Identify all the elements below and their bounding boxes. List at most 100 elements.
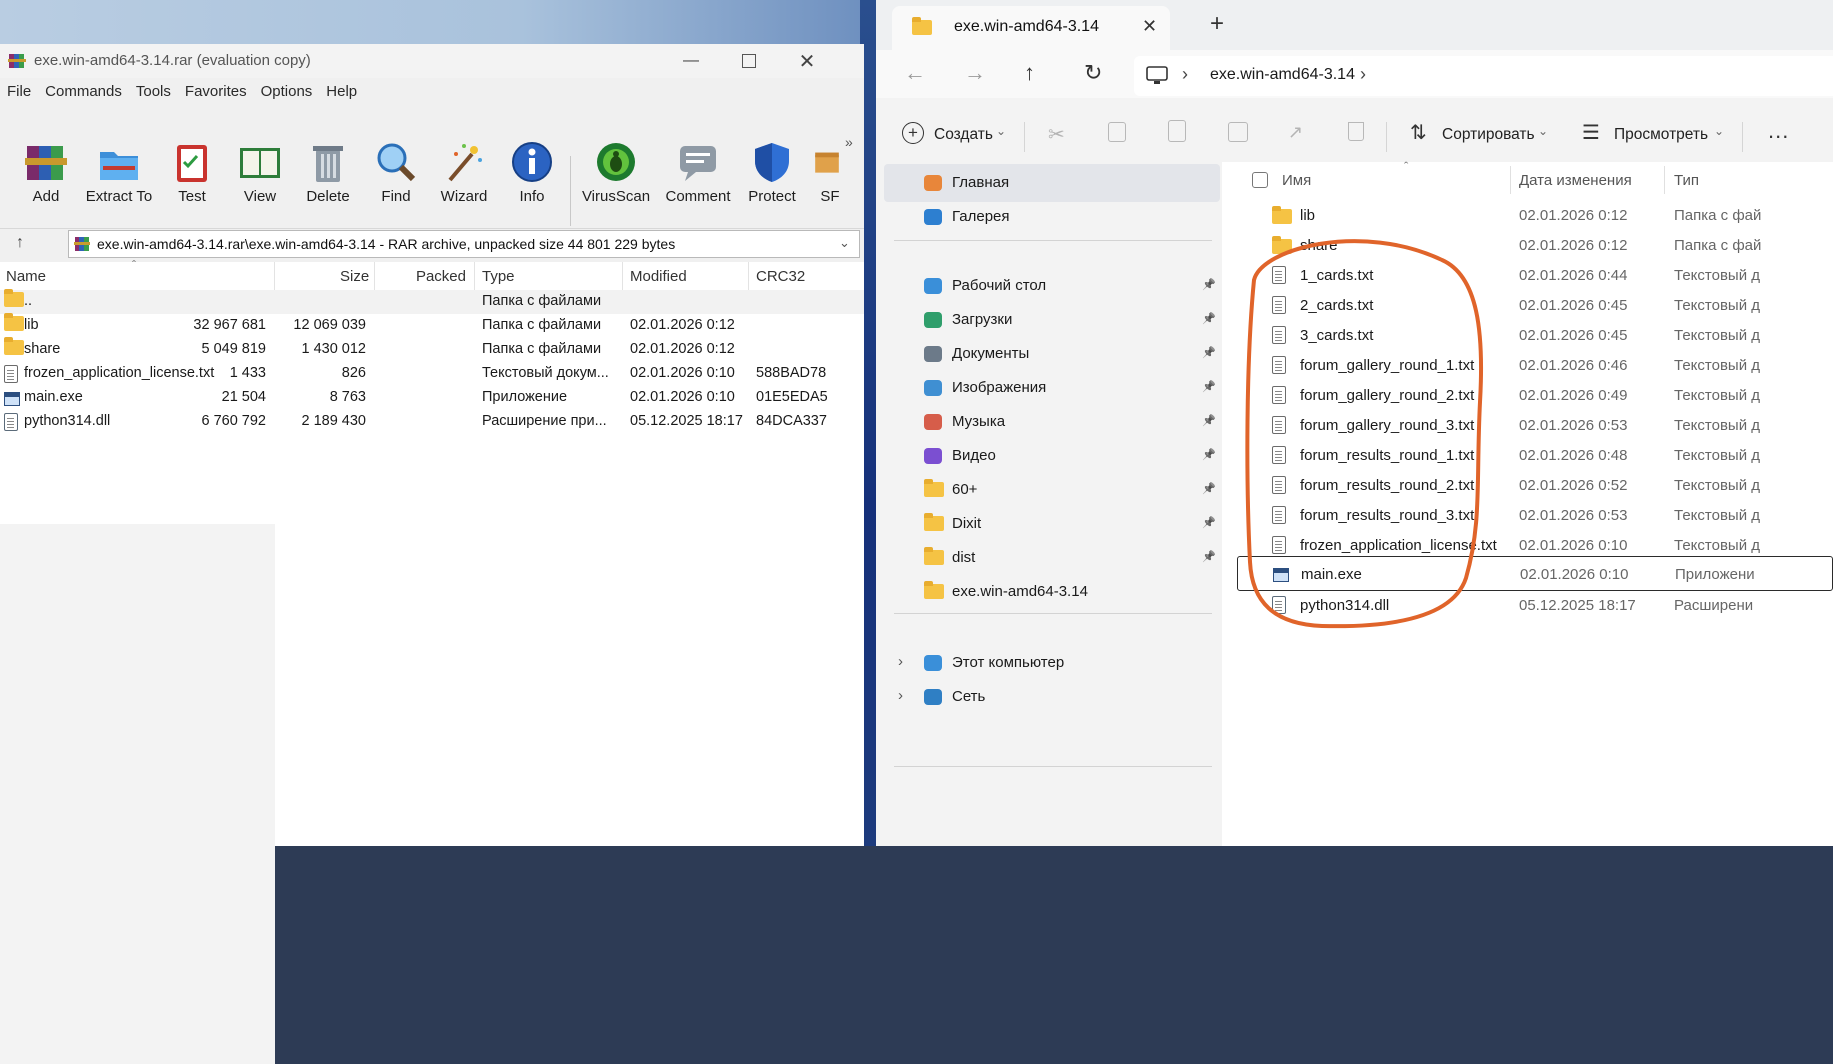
sidebar-item[interactable]: › Этот компьютер: [876, 644, 1222, 682]
pin-icon[interactable]: 📌: [1202, 414, 1216, 430]
pin-icon[interactable]: 📌: [1202, 312, 1216, 328]
view-list-icon[interactable]: ☰: [1582, 120, 1600, 145]
close-tab-icon[interactable]: ✕: [1142, 16, 1157, 37]
sidebar-item[interactable]: Документы 📌: [876, 335, 1222, 373]
forward-arrow-icon[interactable]: →: [964, 60, 986, 86]
refresh-icon[interactable]: ↻: [1084, 60, 1102, 86]
info-button[interactable]: Info: [498, 96, 566, 220]
sidebar-item[interactable]: Загрузки 📌: [876, 301, 1222, 339]
up-arrow-icon[interactable]: ↑: [16, 234, 24, 252]
column-divider[interactable]: [374, 262, 375, 290]
column-name[interactable]: Name: [6, 268, 46, 285]
column-packed[interactable]: Packed: [414, 268, 466, 285]
cut-icon[interactable]: ✂: [1048, 122, 1065, 147]
chevron-down-icon[interactable]: ⌄: [1714, 124, 1724, 138]
text-file-icon: [1272, 536, 1286, 554]
comment-button[interactable]: Comment: [664, 96, 732, 220]
pin-icon[interactable]: 📌: [1202, 516, 1216, 532]
column-modified[interactable]: Modified: [630, 268, 687, 285]
sfx-button[interactable]: SF: [800, 96, 840, 220]
sidebar-item-label: exe.win-amd64-3.14: [952, 583, 1088, 600]
sidebar-item[interactable]: Рабочий стол 📌: [876, 267, 1222, 305]
chevron-right-icon[interactable]: ›: [898, 687, 903, 704]
maximize-button[interactable]: [720, 44, 778, 78]
chevron-down-icon[interactable]: ⌄: [839, 235, 850, 251]
virusscan-button[interactable]: VirusScan: [582, 96, 650, 220]
back-arrow-icon[interactable]: ←: [904, 60, 926, 86]
file-row[interactable]: python314.dll 05.12.2025 18:17 Расширени: [1222, 588, 1833, 623]
sidebar-item[interactable]: Галерея: [876, 198, 1222, 236]
column-name[interactable]: Имя: [1282, 172, 1311, 189]
pin-icon[interactable]: 📌: [1202, 380, 1216, 396]
sort-ascending-icon: ˆ: [1404, 159, 1409, 174]
new-tab-icon[interactable]: +: [1210, 10, 1224, 38]
table-row[interactable]: lib 32 967 681 12 069 039 Папка с файлами 02…: [0, 313, 864, 338]
rename-icon[interactable]: [1228, 122, 1248, 142]
chevron-down-icon[interactable]: ⌄: [996, 124, 1006, 138]
sidebar-item[interactable]: dist 📌: [876, 539, 1222, 577]
sidebar-item[interactable]: exe.win-amd64-3.14: [876, 573, 1222, 611]
copy-icon[interactable]: [1108, 122, 1126, 142]
column-crc32[interactable]: CRC32: [756, 268, 805, 285]
pin-icon[interactable]: 📌: [1202, 550, 1216, 566]
table-row[interactable]: python314.dll 6 760 792 2 189 430 Расширени…: [0, 410, 864, 434]
sidebar-item[interactable]: › Сеть: [876, 678, 1222, 716]
more-options-icon[interactable]: ...: [1768, 118, 1789, 144]
select-all-checkbox[interactable]: [1252, 172, 1268, 188]
add-button[interactable]: Add: [12, 96, 80, 220]
sort-icon[interactable]: ⇅: [1410, 120, 1427, 145]
column-divider[interactable]: [748, 262, 749, 290]
sidebar-item[interactable]: 60+ 📌: [876, 471, 1222, 509]
plus-circle-icon[interactable]: +: [902, 122, 924, 144]
sort-button[interactable]: Сортировать: [1442, 126, 1535, 144]
chevron-down-icon[interactable]: ⌄: [1538, 124, 1548, 138]
archive-path-field[interactable]: exe.win-amd64-3.14.rar\exe.win-amd64-3.1…: [68, 230, 860, 258]
breadcrumb-current[interactable]: exe.win-amd64-3.14: [1210, 66, 1355, 84]
breadcrumb[interactable]: › exe.win-amd64-3.14 ›: [1134, 56, 1833, 96]
file-type: Приложени: [1675, 566, 1755, 583]
column-type[interactable]: Тип: [1674, 172, 1699, 189]
up-arrow-icon[interactable]: ↑: [1024, 60, 1035, 86]
pin-icon[interactable]: 📌: [1202, 346, 1216, 362]
chevron-right-icon[interactable]: ›: [898, 653, 903, 670]
explorer-tab[interactable]: exe.win-amd64-3.14 ✕: [892, 6, 1170, 50]
column-divider[interactable]: [1664, 166, 1665, 194]
view-button[interactable]: Просмотреть: [1614, 126, 1708, 144]
sidebar-item[interactable]: Изображения 📌: [876, 369, 1222, 407]
column-date[interactable]: Дата изменения: [1519, 172, 1632, 189]
minimize-button[interactable]: —: [662, 44, 720, 78]
column-divider[interactable]: [622, 262, 623, 290]
table-row[interactable]: share 5 049 819 1 430 012 Папка с файлами 02…: [0, 337, 864, 362]
pin-icon[interactable]: 📌: [1202, 482, 1216, 498]
column-divider[interactable]: [274, 262, 275, 290]
sidebar-item[interactable]: Dixit 📌: [876, 505, 1222, 543]
table-row[interactable]: frozen_application_license.txt 1 433 826 Те…: [0, 362, 864, 386]
file-name: 3_cards.txt: [1300, 327, 1374, 344]
column-type[interactable]: Type: [482, 268, 515, 285]
toolbar-overflow-icon[interactable]: »: [845, 134, 853, 150]
file-type-icon: [1272, 356, 1290, 376]
delete-icon[interactable]: [1348, 122, 1364, 141]
table-row[interactable]: main.exe 21 504 8 763 Приложение 02.01.2026 …: [0, 386, 864, 410]
sidebar-item[interactable]: Главная: [884, 164, 1220, 202]
sidebar-item-label: Главная: [952, 174, 1010, 191]
pin-icon[interactable]: 📌: [1202, 448, 1216, 464]
extract-to-button[interactable]: Extract To: [85, 96, 153, 220]
create-button[interactable]: Создать: [934, 126, 993, 144]
chevron-right-icon[interactable]: ›: [1360, 64, 1366, 85]
table-row[interactable]: .. Папка с файлами: [0, 289, 864, 314]
column-size[interactable]: Size: [340, 268, 369, 285]
close-button[interactable]: ✕: [778, 44, 836, 78]
column-divider[interactable]: [1510, 166, 1511, 194]
column-divider[interactable]: [474, 262, 475, 290]
file-name: python314.dll: [24, 413, 111, 429]
paste-icon[interactable]: [1168, 120, 1186, 142]
test-clipboard-icon: [177, 145, 207, 182]
share-icon[interactable]: ↗: [1288, 122, 1303, 143]
sidebar-item[interactable]: Музыка 📌: [876, 403, 1222, 441]
chevron-right-icon[interactable]: ›: [1182, 64, 1188, 85]
sidebar-item[interactable]: Видео 📌: [876, 437, 1222, 475]
pin-icon[interactable]: 📌: [1202, 278, 1216, 294]
protect-button[interactable]: Protect: [738, 96, 806, 220]
file-row[interactable]: main.exe 02.01.2026 0:10 Приложени: [1237, 556, 1833, 591]
